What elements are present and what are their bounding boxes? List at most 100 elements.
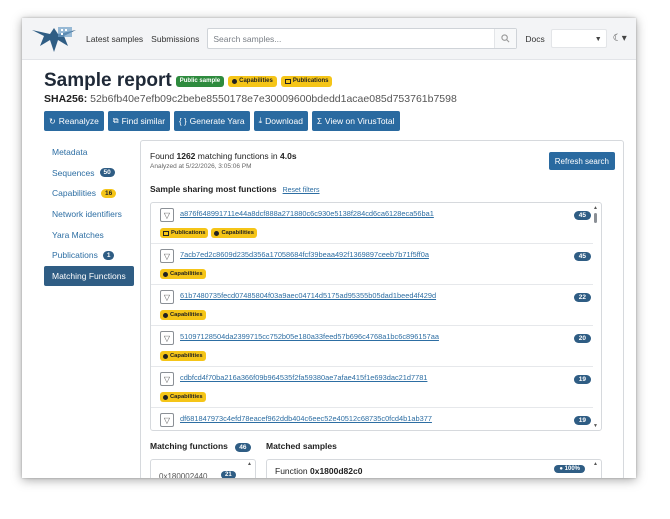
sample-tag: Capabilities (211, 228, 258, 238)
capabilities-icon (163, 394, 168, 400)
sample-list[interactable]: ▽ a876f648991711e44a8dcf888a271880c6c930e… (150, 202, 602, 431)
matching-functions-list[interactable]: 0x180002440 21 ▲ (150, 459, 256, 478)
search-input[interactable]: Search samples... (207, 28, 518, 49)
app-logo[interactable] (30, 24, 78, 54)
filter-icon[interactable]: ▽ (160, 372, 174, 386)
nav-docs[interactable]: Docs (525, 34, 544, 44)
shared-count-badge: 20 (573, 334, 591, 343)
search-button[interactable] (494, 29, 517, 48)
matching-functions-header: Matching functions 46 (150, 441, 251, 452)
virustotal-button[interactable]: Σ View on VirusTotal (311, 111, 400, 131)
docs-select[interactable]: ▼ (550, 29, 607, 48)
sidebar-item-publications[interactable]: Publications 1 (44, 245, 134, 266)
publications-icon (284, 78, 291, 84)
sample-row[interactable]: ▽ 51097128504da2399715cc752b05e180a33feed… (151, 326, 593, 367)
sample-hash-link[interactable]: 51097128504da2399715cc752b05e180a33feed5… (180, 332, 439, 341)
capabilities-icon (232, 78, 238, 84)
scroll-down-icon[interactable]: ▼ (593, 423, 598, 429)
app-window: Latest samples Submissions Search sample… (22, 18, 636, 478)
sample-hash-link[interactable]: df681847973c4efd78eacef962ddb404c6eec52e… (180, 414, 432, 423)
sample-tags: Capabilities (160, 392, 206, 402)
refresh-search-button[interactable]: Refresh search (548, 152, 615, 170)
filter-icon[interactable]: ▽ (160, 331, 174, 345)
sample-tags: Capabilities (160, 351, 206, 361)
download-icon: ⤓ (258, 116, 263, 125)
count-badge: 50 (99, 168, 115, 178)
publications-badge: Publications (280, 75, 333, 87)
nav-submissions[interactable]: Submissions (151, 34, 199, 44)
matched-samples-list[interactable]: Function 0x1800d82c0 ● 100% ▲ (266, 459, 602, 478)
scroll-thumb[interactable] (594, 213, 597, 223)
reanalyze-button[interactable]: ↻ Reanalyze (44, 111, 104, 131)
sha256-line: SHA256: 52b6fb40e7efb09c2bebe8550178e7e3… (44, 93, 457, 105)
count-badge: 46 (235, 443, 251, 452)
count-badge: 16 (100, 188, 117, 198)
sidebar-item-matching-functions[interactable]: Matching Functions (44, 265, 134, 287)
similarity-badge: ● 100% (554, 465, 585, 473)
sidebar-item-network[interactable]: Network identifiers (44, 204, 134, 225)
scroll-up-icon[interactable]: ▲ (593, 205, 598, 211)
sample-tags: Capabilities (160, 310, 206, 320)
shared-count-badge: 45 (573, 211, 591, 220)
sidebar-item-capabilities[interactable]: Capabilities 16 (44, 183, 134, 204)
code-icon: { } (179, 116, 187, 126)
sha-value: 52b6fb40e7efb09c2bebe8550178e7e30009600b… (90, 93, 457, 105)
sample-row[interactable]: ▽ cdbfcd4f70ba216a366f09b964535f2fa59380a… (151, 367, 593, 408)
filter-icon[interactable]: ▽ (160, 413, 174, 427)
analyzed-timestamp: Analyzed at 5/22/2026, 3:05:06 PM (150, 163, 252, 170)
sample-tag: Publications (160, 228, 209, 238)
sidebar-item-yara[interactable]: Yara Matches (44, 224, 134, 245)
found-summary: Found 1262 matching functions in 4.0s (150, 151, 297, 161)
sample-tag: Capabilities (160, 351, 206, 361)
title-row: Sample report Public sample Capabilities… (44, 70, 333, 92)
list-scrollbar[interactable]: ▲ ▼ (592, 205, 600, 429)
nav-latest-samples[interactable]: Latest samples (86, 34, 143, 44)
sample-hash-link[interactable]: a876f648991711e44a8dcf888a271880c6c930e5… (180, 209, 434, 218)
sample-tags: Capabilities (160, 269, 206, 279)
public-sample-badge: Public sample (175, 75, 225, 87)
matching-functions-panel: Found 1262 matching functions in 4.0s An… (140, 140, 624, 478)
sidebar: Metadata Sequences 50 Capabilities 16 Netw… (44, 142, 134, 287)
capabilities-icon (163, 271, 168, 277)
count-badge: 1 (102, 250, 115, 260)
copy-icon: ⧉ (112, 116, 119, 125)
virustotal-icon: Σ (316, 116, 322, 126)
reset-filters-link[interactable]: Reset filters (283, 187, 320, 194)
shared-count-badge: 19 (573, 416, 591, 425)
shared-count-badge: 19 (573, 375, 591, 384)
sidebar-item-sequences[interactable]: Sequences 50 (44, 163, 134, 184)
find-similar-button[interactable]: ⧉ Find similar (107, 111, 171, 131)
sample-tag: Capabilities (160, 392, 206, 402)
function-title: Function 0x1800d82c0 (275, 466, 363, 476)
sharing-title: Sample sharing most functions Reset filte… (150, 184, 320, 194)
search-icon (501, 34, 510, 43)
count-badge: 21 (221, 471, 236, 478)
sample-row[interactable]: ▽ a876f648991711e44a8dcf888a271880c6c930e… (151, 203, 593, 244)
sample-hash-link[interactable]: 61b7480735fecd07485804f03a9aec04714d5175… (180, 291, 436, 300)
chevron-down-icon: ▼ (594, 36, 602, 43)
scroll-up-icon[interactable]: ▲ (247, 461, 252, 467)
theme-toggle-icon[interactable]: ☾▾ (613, 33, 627, 44)
download-button[interactable]: ⤓ Download (253, 111, 308, 131)
sample-row[interactable]: ▽ 7acb7ed2c8609d235d356a17058684fcf39beaa… (151, 244, 593, 285)
sample-row[interactable]: ▽ df681847973c4efd78eacef962ddb404c6eec52… (151, 408, 593, 430)
capabilities-icon (214, 230, 220, 236)
sample-row[interactable]: ▽ 61b7480735fecd07485804f03a9aec04714d517… (151, 285, 593, 326)
shared-count-badge: 22 (573, 293, 591, 302)
page-title: Sample report (44, 70, 172, 91)
sha-label: SHA256: (44, 93, 88, 105)
generate-yara-button[interactable]: { } Generate Yara (174, 111, 250, 131)
function-list-item[interactable]: 0x180002440 (159, 472, 208, 478)
filter-icon[interactable]: ▽ (160, 208, 174, 222)
sample-hash-link[interactable]: cdbfcd4f70ba216a366f09b964535f2fa59380ae… (180, 373, 427, 382)
capabilities-icon (163, 353, 168, 359)
publications-icon (163, 230, 169, 236)
sample-tags: Publications Capabilities (160, 228, 258, 238)
sidebar-item-metadata[interactable]: Metadata (44, 142, 134, 163)
filter-icon[interactable]: ▽ (160, 290, 174, 304)
capabilities-badge: Capabilities (228, 75, 277, 87)
scroll-up-icon[interactable]: ▲ (593, 461, 598, 467)
action-buttons: ↻ Reanalyze ⧉ Find similar { } Generate Yar… (44, 111, 400, 131)
filter-icon[interactable]: ▽ (160, 249, 174, 263)
sample-hash-link[interactable]: 7acb7ed2c8609d235d356a17058684fcf39beaa4… (180, 250, 429, 259)
